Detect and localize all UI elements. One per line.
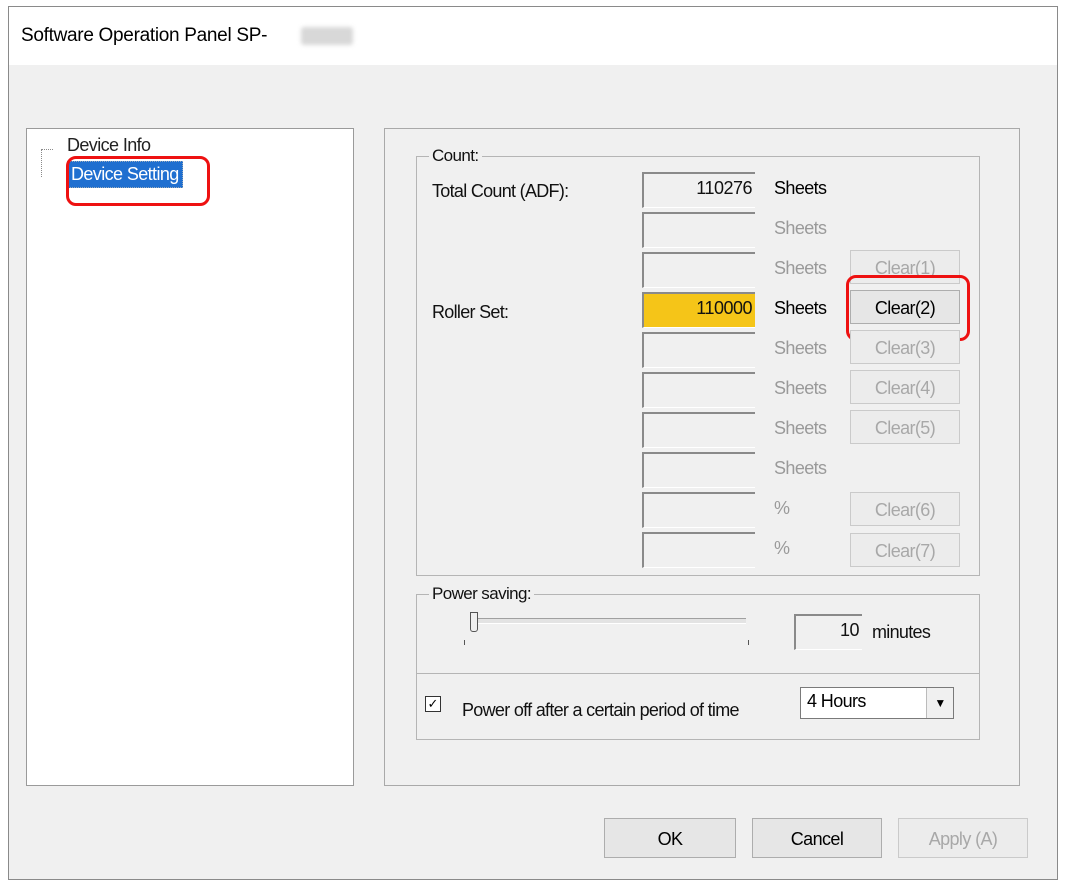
- apply-button[interactable]: Apply (A): [898, 818, 1028, 858]
- window-title: Software Operation Panel SP-: [21, 25, 268, 46]
- count-field-6: [642, 372, 755, 408]
- count-field-3: [642, 252, 755, 288]
- tree-connector: [41, 149, 52, 177]
- row-1-unit: Sheets: [774, 178, 827, 198]
- tree-item-device-info[interactable]: Device Info: [67, 135, 151, 156]
- dropdown-arrow-icon[interactable]: ▼: [926, 688, 953, 718]
- power-saving-group-label: Power saving:: [429, 584, 534, 604]
- cancel-button[interactable]: Cancel: [752, 818, 882, 858]
- row-7-unit: Sheets: [774, 418, 827, 438]
- redacted-model-number: [301, 27, 353, 45]
- clear-3-button[interactable]: Clear(3): [850, 330, 960, 364]
- clear-6-button[interactable]: Clear(6): [850, 492, 960, 526]
- annotation-ring-device-setting: [66, 156, 210, 206]
- count-field-7: [642, 412, 755, 448]
- roller-set-field: 110000: [642, 292, 755, 328]
- roller-set-label: Roller Set:: [432, 302, 509, 322]
- power-off-checkbox[interactable]: ✓: [425, 696, 441, 712]
- row-9-unit: %: [774, 498, 790, 518]
- slider-tick-end: [748, 640, 749, 645]
- power-off-time-select[interactable]: 4 Hours ▼: [800, 687, 954, 719]
- row-8-unit: Sheets: [774, 458, 827, 478]
- slider-tick-start: [464, 640, 465, 645]
- power-saving-slider-track[interactable]: [478, 618, 746, 624]
- minutes-field[interactable]: 10: [794, 614, 862, 650]
- total-count-label: Total Count (ADF):: [432, 181, 569, 201]
- minutes-unit: minutes: [872, 622, 931, 642]
- row-5-unit: Sheets: [774, 338, 827, 358]
- row-6-unit: Sheets: [774, 378, 827, 398]
- clear-7-button[interactable]: Clear(7): [850, 533, 960, 567]
- clear-4-button[interactable]: Clear(4): [850, 370, 960, 404]
- settings-tree[interactable]: Device Info Device Setting: [26, 128, 354, 786]
- row-3-unit: Sheets: [774, 258, 827, 278]
- power-saving-divider: [417, 673, 979, 674]
- total-count-field: 110276: [642, 172, 755, 208]
- count-field-9: [642, 492, 755, 528]
- row-10-unit: %: [774, 538, 790, 558]
- count-field-10: [642, 532, 755, 568]
- row-4-unit: Sheets: [774, 298, 827, 318]
- count-field-2: [642, 212, 755, 248]
- power-saving-slider-thumb[interactable]: [470, 612, 478, 632]
- count-field-8: [642, 452, 755, 488]
- row-2-unit: Sheets: [774, 218, 827, 238]
- title-bar: Software Operation Panel SP-: [9, 7, 1057, 65]
- power-off-time-value: 4 Hours: [807, 691, 866, 711]
- count-group-label: Count:: [429, 146, 482, 166]
- tree-connector-branch: [41, 149, 53, 150]
- clear-5-button[interactable]: Clear(5): [850, 410, 960, 444]
- ok-button[interactable]: OK: [604, 818, 736, 858]
- power-off-label: Power off after a certain period of time: [462, 700, 740, 720]
- count-field-5: [642, 332, 755, 368]
